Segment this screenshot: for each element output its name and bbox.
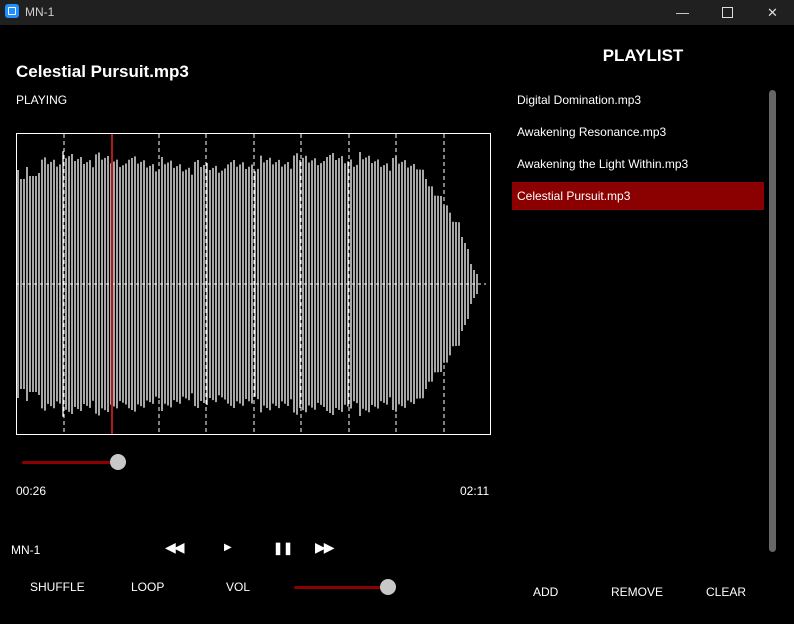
playlist: Digital Domination.mp3 Awakening Resonan… — [512, 86, 764, 214]
next-track-button[interactable]: ▶▶ — [315, 539, 334, 556]
total-time: 02:11 — [460, 484, 490, 498]
maximize-button[interactable] — [705, 0, 750, 25]
play-button[interactable]: ▶ — [224, 542, 232, 553]
close-button[interactable]: ✕ — [750, 0, 794, 25]
previous-track-button[interactable]: ◀◀ — [165, 539, 184, 556]
volume-slider-fill — [294, 586, 388, 589]
volume-slider-handle[interactable] — [380, 579, 396, 595]
waveform-display[interactable] — [16, 133, 491, 435]
playlist-scrollbar[interactable] — [769, 90, 776, 552]
seek-slider[interactable] — [22, 454, 127, 472]
clear-button[interactable]: CLEAR — [706, 585, 746, 599]
seek-slider-fill — [22, 461, 118, 464]
playlist-heading: PLAYLIST — [602, 46, 684, 65]
volume-label: VOL — [226, 580, 251, 594]
track-title: Celestial Pursuit.mp3 — [16, 62, 189, 81]
title-bar: MN-1 — ✕ — [0, 0, 794, 25]
seek-slider-handle[interactable] — [110, 454, 126, 470]
add-button[interactable]: ADD — [533, 585, 558, 599]
app-icon — [5, 4, 19, 18]
minimize-button[interactable]: — — [660, 0, 705, 25]
window-title: MN-1 — [25, 5, 55, 19]
playlist-item[interactable]: Digital Domination.mp3 — [512, 86, 764, 114]
remove-button[interactable]: REMOVE — [611, 585, 663, 599]
playback-status: PLAYING — [16, 93, 68, 107]
playlist-item[interactable]: Awakening Resonance.mp3 — [512, 118, 764, 146]
maximize-icon — [722, 7, 733, 18]
volume-slider[interactable] — [294, 579, 396, 597]
playlist-item[interactable]: Awakening the Light Within.mp3 — [512, 150, 764, 178]
loop-button[interactable]: LOOP — [131, 580, 164, 594]
elapsed-time: 00:26 — [16, 484, 47, 498]
pause-button[interactable]: ❚❚ — [273, 541, 293, 555]
shuffle-button[interactable]: SHUFFLE — [30, 580, 85, 594]
playlist-item[interactable]: Celestial Pursuit.mp3 — [512, 182, 764, 210]
app-label: MN-1 — [11, 543, 41, 557]
